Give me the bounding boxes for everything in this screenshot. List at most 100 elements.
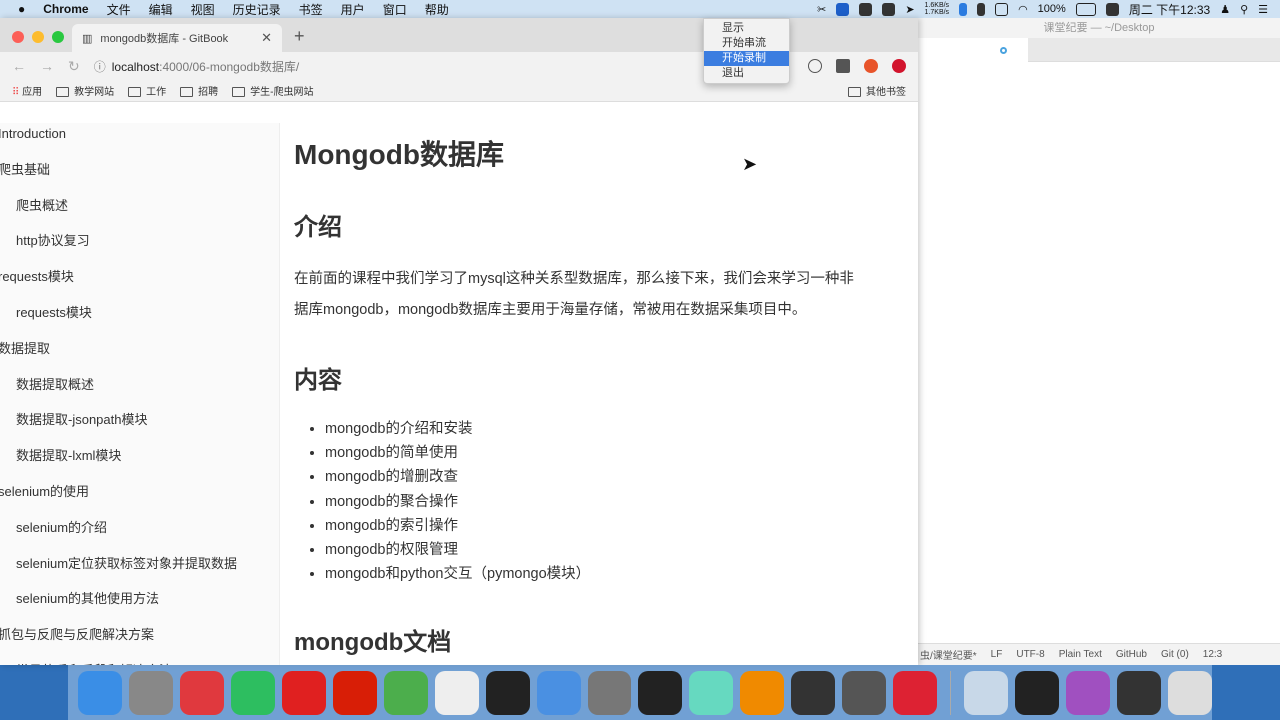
address-bar[interactable]: ⓘ localhost:4000/06-mongodb数据库/ — [94, 55, 774, 77]
menu-window[interactable]: 窗口 — [383, 1, 407, 18]
bookmark-folder[interactable]: 学生-爬虫网站 — [232, 83, 313, 98]
parallels-dock-icon[interactable] — [893, 670, 938, 715]
sidebar-item[interactable]: http协议复习 — [0, 230, 279, 266]
sidebar-item[interactable]: requests模块 — [0, 266, 279, 302]
sidebar-item[interactable]: 抓包与反爬与反爬解决方案 — [0, 624, 279, 660]
menu-item-quit[interactable]: 退出 — [704, 66, 789, 81]
launchpad-dock-icon[interactable] — [128, 670, 173, 715]
close-tab-icon[interactable]: ✕ — [261, 30, 272, 46]
pycharm-dock-icon[interactable] — [485, 670, 530, 715]
list-item: mongodb的介绍和安装 — [325, 417, 918, 441]
doc-heading: mongodb文档 — [294, 629, 452, 657]
system-preferences-dock-icon[interactable] — [587, 670, 632, 715]
forward-button[interactable]: → — [40, 58, 54, 74]
zoom-window-button[interactable] — [52, 31, 64, 43]
window-icon[interactable] — [995, 2, 1009, 16]
clock[interactable]: 周二 下午12:33 — [1129, 1, 1210, 18]
sidebar-item[interactable]: 数据提取概述 — [0, 374, 279, 410]
minimized-image-dock-icon[interactable] — [1066, 670, 1111, 715]
battery-icon[interactable] — [1075, 2, 1096, 16]
atom-dock-icon[interactable] — [689, 670, 734, 715]
sidebar-item[interactable]: selenium定位获取标签对象并提取数据 — [0, 553, 279, 589]
text-editor-window: 课堂纪要 — ~/Desktop 虫/课堂纪要* LF UTF-8 Plain … — [918, 18, 1280, 665]
sidebar-item[interactable]: 数据提取 — [0, 338, 279, 374]
other-bookmarks[interactable]: 其他书签 — [848, 83, 918, 98]
input-method-icon[interactable] — [882, 2, 896, 16]
sidebar-item[interactable]: 爬虫概述 — [0, 195, 279, 231]
chrome-dock-icon[interactable] — [434, 670, 479, 715]
page-title: Mongodb数据库 — [294, 139, 504, 170]
close-window-button[interactable] — [12, 31, 24, 43]
youdao-dock-icon[interactable] — [332, 670, 377, 715]
apple-icon[interactable]: ● — [18, 2, 25, 16]
sidebar-item[interactable]: selenium的介绍 — [0, 517, 279, 553]
xmind-dock-icon[interactable] — [179, 670, 224, 715]
obs-status-icon[interactable] — [836, 2, 850, 16]
menu-file[interactable]: 文件 — [107, 1, 131, 18]
sidebar-item[interactable]: selenium的使用 — [0, 481, 279, 517]
menu-history[interactable]: 历史记录 — [233, 1, 281, 18]
reload-button[interactable]: ↻ — [68, 58, 80, 75]
bookmark-apps[interactable]: ⠿ 应用 — [12, 83, 42, 98]
sidebar-item[interactable]: Introduction — [0, 123, 279, 159]
new-tab-button[interactable]: + — [294, 26, 305, 47]
menu-view[interactable]: 视图 — [191, 1, 215, 18]
minimized-window-2-dock-icon[interactable] — [1117, 670, 1162, 715]
status-github[interactable]: GitHub — [1116, 649, 1147, 660]
minimized-terminal-dock-icon[interactable] — [1015, 670, 1060, 715]
cpu-icon[interactable] — [959, 2, 968, 16]
spotlight-icon[interactable]: ⚲ — [1240, 3, 1248, 16]
c-extension-icon[interactable] — [836, 59, 850, 73]
mem-icon[interactable] — [977, 2, 986, 16]
status-encoding[interactable]: UTF-8 — [1016, 649, 1044, 660]
telegram-icon[interactable]: ➤ — [905, 3, 914, 16]
menu-edit[interactable]: 编辑 — [149, 1, 173, 18]
obs-dock-icon[interactable] — [791, 670, 836, 715]
bookmark-folder[interactable]: 教学网站 — [56, 83, 114, 98]
sidebar-item[interactable]: 数据提取-lxml模块 — [0, 445, 279, 481]
minimized-window-dock-icon[interactable] — [964, 670, 1009, 715]
menu-help[interactable]: 帮助 — [425, 1, 449, 18]
bookmark-folder[interactable]: 工作 — [128, 83, 166, 98]
keynote-dock-icon[interactable] — [536, 670, 581, 715]
terminal-dock-icon[interactable] — [638, 670, 683, 715]
red-extension-icon[interactable] — [892, 59, 906, 73]
sidebar-item[interactable]: requests模块 — [0, 302, 279, 338]
sublime-dock-icon[interactable] — [842, 670, 887, 715]
s-app-icon[interactable] — [1105, 2, 1119, 16]
menu-item-start-recording[interactable]: 开始录制 — [704, 51, 789, 66]
scissors-icon[interactable]: ✂ — [817, 3, 826, 16]
mic-icon[interactable] — [859, 2, 873, 16]
back-button[interactable]: ← — [12, 58, 26, 74]
menu-item-start-streaming[interactable]: 开始串流 — [704, 36, 789, 51]
battery-label[interactable]: 100% — [1038, 3, 1066, 15]
mindnode-dock-icon[interactable] — [383, 670, 428, 715]
editor-tab[interactable] — [918, 38, 1028, 62]
sidebar-item[interactable]: selenium的其他使用方法 — [0, 588, 279, 624]
menu-item-show[interactable]: 显示 — [704, 21, 789, 36]
extension-icon[interactable] — [808, 59, 822, 73]
user-icon[interactable]: ♟ — [1220, 3, 1230, 16]
evernote-dock-icon[interactable] — [230, 670, 275, 715]
minimize-window-button[interactable] — [32, 31, 44, 43]
status-file[interactable]: 虫/课堂纪要* — [920, 647, 977, 662]
status-line-ending[interactable]: LF — [991, 649, 1003, 660]
bookmark-label: 其他书签 — [866, 87, 906, 98]
trash-dock-icon[interactable] — [1168, 670, 1212, 715]
status-grammar[interactable]: Plain Text — [1059, 649, 1102, 660]
wifi-icon[interactable]: ◠ — [1018, 3, 1028, 16]
status-git[interactable]: Git (0) — [1161, 649, 1189, 660]
netease-music-dock-icon[interactable] — [281, 670, 326, 715]
sidebar-item[interactable]: 爬虫基础 — [0, 159, 279, 195]
sidebar-item[interactable]: 数据提取-jsonpath模块 — [0, 409, 279, 445]
bookmark-folder[interactable]: 招聘 — [180, 83, 218, 98]
vlc-dock-icon[interactable] — [740, 670, 785, 715]
browser-tab[interactable]: ▥ mongodb数据库 - GitBook ✕ — [72, 24, 282, 52]
finder-dock-icon[interactable] — [78, 670, 122, 715]
notification-center-icon[interactable]: ☰ — [1258, 3, 1268, 16]
menu-bookmarks[interactable]: 书签 — [299, 1, 323, 18]
intro-line-2: 据库mongodb，mongodb数据库主要用于海量存储，常被用在数据采集项目中… — [294, 302, 807, 318]
menu-people[interactable]: 用户 — [341, 1, 365, 18]
menu-app-name[interactable]: Chrome — [43, 2, 88, 16]
g-extension-icon[interactable] — [864, 59, 878, 73]
